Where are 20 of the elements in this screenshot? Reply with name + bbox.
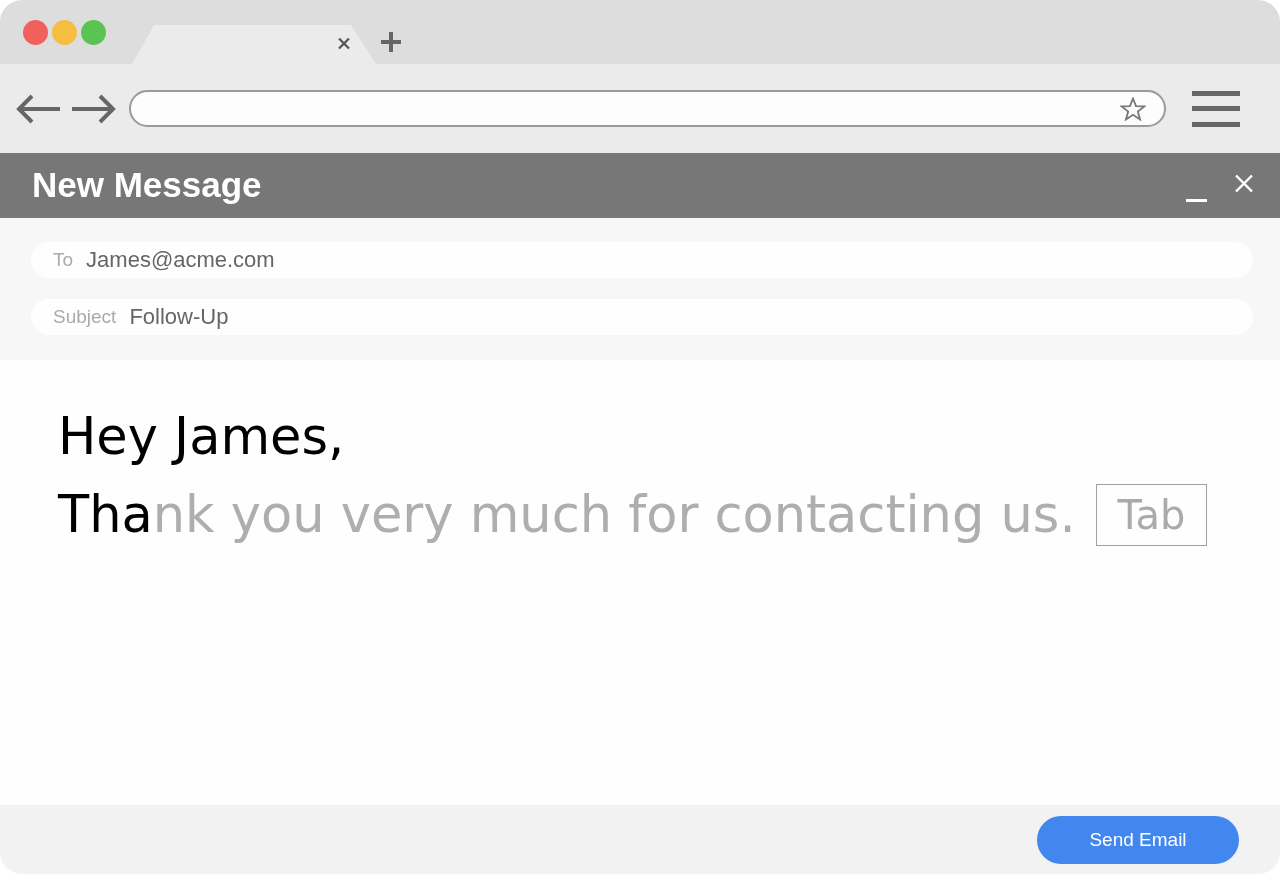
field-value: Follow-Up xyxy=(129,304,229,330)
field-value: James@acme.com xyxy=(86,247,275,273)
minimize-icon[interactable] xyxy=(1186,198,1207,202)
message-text: Thank you very much for contacting us. xyxy=(58,484,1076,546)
tab-key-hint: Tab xyxy=(1095,484,1208,546)
compose-title: New Message xyxy=(32,164,262,205)
window-control-icon[interactable] xyxy=(23,20,48,45)
input-field[interactable]: Subject Follow-Up xyxy=(31,299,1253,335)
plus-icon[interactable] xyxy=(381,32,401,52)
left-arrow-icon[interactable] xyxy=(15,93,60,124)
send-button[interactable]: Send Email xyxy=(1037,815,1239,864)
right-arrow-icon[interactable] xyxy=(72,93,117,124)
address-bar[interactable] xyxy=(129,90,1166,127)
field-label: Subject xyxy=(53,305,117,329)
input-field[interactable]: To James@acme.com xyxy=(31,242,1253,278)
star-icon[interactable] xyxy=(1120,96,1146,121)
greeting-text: Hey James, xyxy=(58,406,346,468)
close-icon[interactable] xyxy=(338,38,350,49)
field-label: To xyxy=(53,248,74,272)
menu-icon[interactable] xyxy=(1192,90,1240,127)
